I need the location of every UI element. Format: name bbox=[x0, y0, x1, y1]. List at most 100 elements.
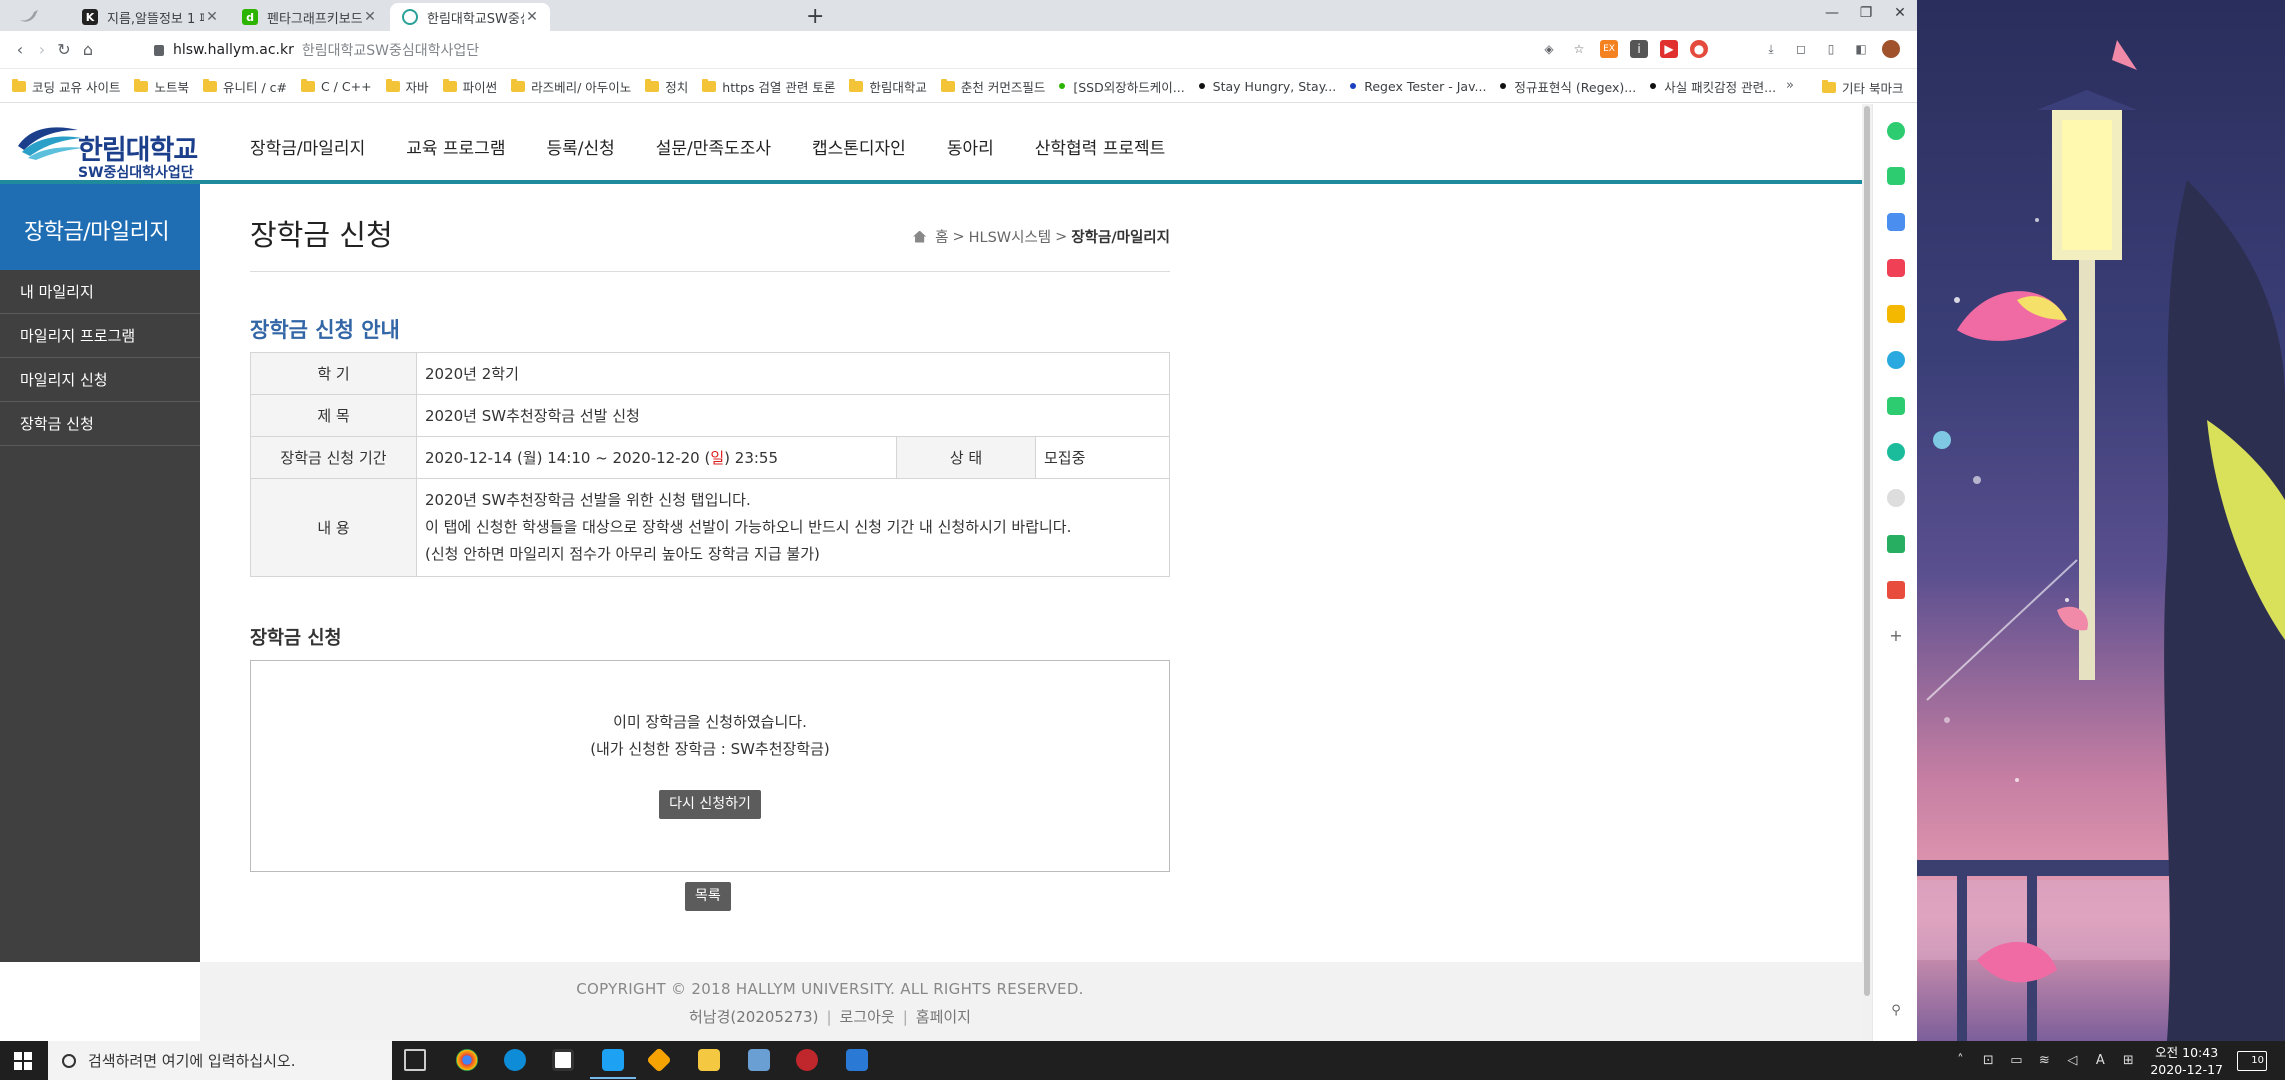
taskbar-clock[interactable]: 오전 10:43 2020-12-17 bbox=[2150, 1044, 2223, 1078]
sidepanel-news-icon[interactable] bbox=[1887, 581, 1905, 599]
bookmark-folder[interactable]: https 검열 관련 토론 bbox=[702, 77, 835, 96]
bookmark-folder[interactable]: 파이썬 bbox=[442, 77, 497, 96]
bookmark-folder[interactable]: 한림대학교 bbox=[849, 77, 927, 96]
back-arrow-icon[interactable]: ‹ bbox=[8, 38, 32, 62]
profile-avatar-icon[interactable] bbox=[1882, 40, 1900, 58]
gnb-registration[interactable]: 등록/신청 bbox=[546, 134, 614, 159]
bookmark-link[interactable]: Regex Tester - Jav... bbox=[1350, 79, 1486, 94]
tray-volume-icon[interactable]: ◁ bbox=[2058, 1053, 2086, 1068]
edge-icon[interactable] bbox=[504, 1049, 526, 1071]
bookmark-link[interactable]: 사실 패킷감정 관련... bbox=[1650, 77, 1776, 96]
homepage-link[interactable]: 홈페이지 bbox=[916, 1008, 971, 1026]
bookmarks-overflow-chevron-icon[interactable]: » bbox=[1786, 78, 1794, 93]
reading-list-icon[interactable]: ▯ bbox=[1822, 40, 1840, 58]
sidepanel-star-icon[interactable] bbox=[1887, 305, 1905, 323]
page-scrollbar[interactable] bbox=[1862, 104, 1872, 1041]
windows-start-icon[interactable] bbox=[14, 1052, 32, 1070]
close-tab-icon[interactable]: ✕ bbox=[524, 9, 540, 25]
tray-wifi-icon[interactable]: ≋ bbox=[2030, 1053, 2058, 1068]
sidepanel-calendar-icon[interactable] bbox=[1887, 213, 1905, 231]
notification-center-icon[interactable]: 10 bbox=[2237, 1050, 2267, 1071]
close-tab-icon[interactable]: ✕ bbox=[362, 9, 378, 25]
bookmark-link[interactable]: Stay Hungry, Stay... bbox=[1198, 79, 1336, 94]
sidepanel-play-icon[interactable] bbox=[1887, 443, 1905, 461]
sidepanel-edge-icon[interactable] bbox=[1887, 351, 1905, 369]
capture-icon[interactable]: ◻ bbox=[1792, 40, 1810, 58]
tray-keyboard-icon[interactable]: ⊞ bbox=[2114, 1053, 2142, 1068]
bookmark-folder[interactable]: 자바 bbox=[385, 77, 429, 96]
bookmark-folder[interactable]: 라즈베리/ 아두이노 bbox=[511, 77, 631, 96]
sidepanel-pin-icon[interactable]: ⚲ bbox=[1887, 1002, 1905, 1020]
bookmark-folder[interactable]: 유니티 / c# bbox=[202, 77, 287, 96]
typora-icon[interactable] bbox=[796, 1049, 818, 1071]
gnb-club[interactable]: 동아리 bbox=[947, 134, 994, 159]
tab-hallym[interactable]: 한림대학교SW중심대학사업단 ✕ bbox=[390, 3, 550, 31]
new-tab-button[interactable]: + bbox=[806, 4, 824, 29]
python-icon[interactable] bbox=[748, 1049, 770, 1071]
breadcrumb-level1[interactable]: HLSW시스템 bbox=[969, 226, 1052, 247]
twitter-app-icon[interactable] bbox=[590, 1049, 636, 1079]
sidebar-item-scholarship-apply[interactable]: 장학금 신청 bbox=[0, 402, 200, 446]
gnb-industry-project[interactable]: 산학협력 프로젝트 bbox=[1035, 134, 1166, 159]
sidebar-item-mileage-apply[interactable]: 마일리지 신청 bbox=[0, 358, 200, 402]
sidepanel-green-icon[interactable] bbox=[1887, 122, 1905, 140]
sidepanel-face-icon[interactable] bbox=[1887, 489, 1905, 507]
sidepanel-chat-icon[interactable] bbox=[1887, 167, 1905, 185]
tray-ime-icon[interactable]: A bbox=[2086, 1053, 2114, 1068]
gnb-education-program[interactable]: 교육 프로그램 bbox=[406, 134, 505, 159]
sidepanel-line-icon[interactable] bbox=[1887, 397, 1905, 415]
scrollbar-thumb[interactable] bbox=[1864, 106, 1870, 996]
git-icon[interactable] bbox=[646, 1047, 672, 1073]
content-line: (신청 안하면 마일리지 점수가 아무리 높아도 장학금 지급 불가) bbox=[425, 545, 820, 563]
sidepanel-webtoon-icon[interactable] bbox=[1887, 535, 1905, 553]
tray-network-icon[interactable]: ⊡ bbox=[1974, 1053, 2002, 1068]
bookmark-folder[interactable]: C / C++ bbox=[300, 78, 372, 94]
bookmark-folder[interactable]: 코딩 교유 사이트 bbox=[12, 77, 120, 96]
bookmark-link[interactable]: [SSD외장하드케이... bbox=[1059, 77, 1185, 96]
extension-info-icon[interactable]: i bbox=[1630, 40, 1648, 58]
chrome-icon[interactable] bbox=[456, 1049, 478, 1071]
close-window-icon[interactable]: ✕ bbox=[1883, 0, 1917, 28]
download-icon[interactable]: ⤓ bbox=[1762, 40, 1780, 58]
list-button[interactable]: 목록 bbox=[685, 882, 731, 911]
extension-video-icon[interactable]: ▶ bbox=[1660, 40, 1678, 58]
tray-battery-icon[interactable]: ▭ bbox=[2002, 1053, 2030, 1068]
bookmark-link[interactable]: 정규표현식 (Regex)... bbox=[1500, 77, 1636, 96]
gnb-scholarship-mileage[interactable]: 장학금/마일리지 bbox=[250, 134, 365, 159]
sidepanel-pocket-icon[interactable] bbox=[1887, 259, 1905, 277]
minimize-icon[interactable]: — bbox=[1815, 0, 1849, 28]
calendar-icon[interactable] bbox=[846, 1049, 868, 1071]
hallym-logo[interactable]: 한림대학교 SW중심대학사업단 bbox=[16, 114, 206, 181]
address-bar[interactable]: hlsw.hallym.ac.kr 한림대학교SW중심대학사업단 bbox=[154, 36, 1584, 64]
bookmark-folder[interactable]: 정치 bbox=[645, 77, 688, 96]
bookmark-folder[interactable]: 춘천 커먼즈필드 bbox=[940, 77, 1045, 96]
bookmark-folder[interactable]: 노트북 bbox=[134, 77, 189, 96]
tab-coolenjoy[interactable]: K 지름,알뜰정보 1 페이지 | 쿨엔조 ✕ bbox=[70, 3, 230, 31]
tray-chevron-icon[interactable]: ˄ bbox=[1946, 1053, 1974, 1068]
logout-link[interactable]: 로그아웃 bbox=[840, 1008, 895, 1026]
sidebar-item-my-mileage[interactable]: 내 마일리지 bbox=[0, 270, 200, 314]
sidebar-item-mileage-program[interactable]: 마일리지 프로그램 bbox=[0, 314, 200, 358]
home-icon[interactable]: ⌂ bbox=[76, 38, 100, 62]
breadcrumb-home[interactable]: 홈 bbox=[935, 226, 948, 247]
bookmark-star-icon[interactable]: ☆ bbox=[1570, 40, 1588, 58]
file-explorer-icon[interactable] bbox=[698, 1049, 720, 1071]
store-icon[interactable] bbox=[552, 1049, 574, 1071]
side-panel-icon[interactable]: ◧ bbox=[1852, 40, 1870, 58]
gnb-survey[interactable]: 설문/만족도조사 bbox=[656, 134, 771, 159]
home-icon[interactable] bbox=[913, 230, 927, 243]
task-view-icon[interactable] bbox=[404, 1049, 426, 1071]
other-bookmarks[interactable]: 기타 북마크 bbox=[1822, 78, 1903, 97]
gnb-capstone[interactable]: 캡스톤디자인 bbox=[812, 134, 906, 159]
reload-icon[interactable]: ↻ bbox=[52, 38, 76, 62]
restore-icon[interactable]: ❐ bbox=[1849, 0, 1883, 28]
extension-red-icon[interactable]: ● bbox=[1690, 40, 1708, 58]
forward-arrow-icon[interactable]: › bbox=[30, 38, 54, 62]
taskbar-search[interactable]: 검색하려면 여기에 입력하십시오. bbox=[48, 1041, 392, 1080]
close-tab-icon[interactable]: ✕ bbox=[204, 9, 220, 25]
shield-icon[interactable]: ◈ bbox=[1540, 40, 1558, 58]
reapply-button[interactable]: 다시 신청하기 bbox=[659, 790, 761, 819]
tab-shopping[interactable]: d 펜타그래프키보드 추거 쇼핑검색 ✕ bbox=[230, 3, 388, 31]
sidepanel-add-icon[interactable]: + bbox=[1887, 627, 1905, 645]
extension-orange-icon[interactable]: EX bbox=[1600, 40, 1618, 58]
